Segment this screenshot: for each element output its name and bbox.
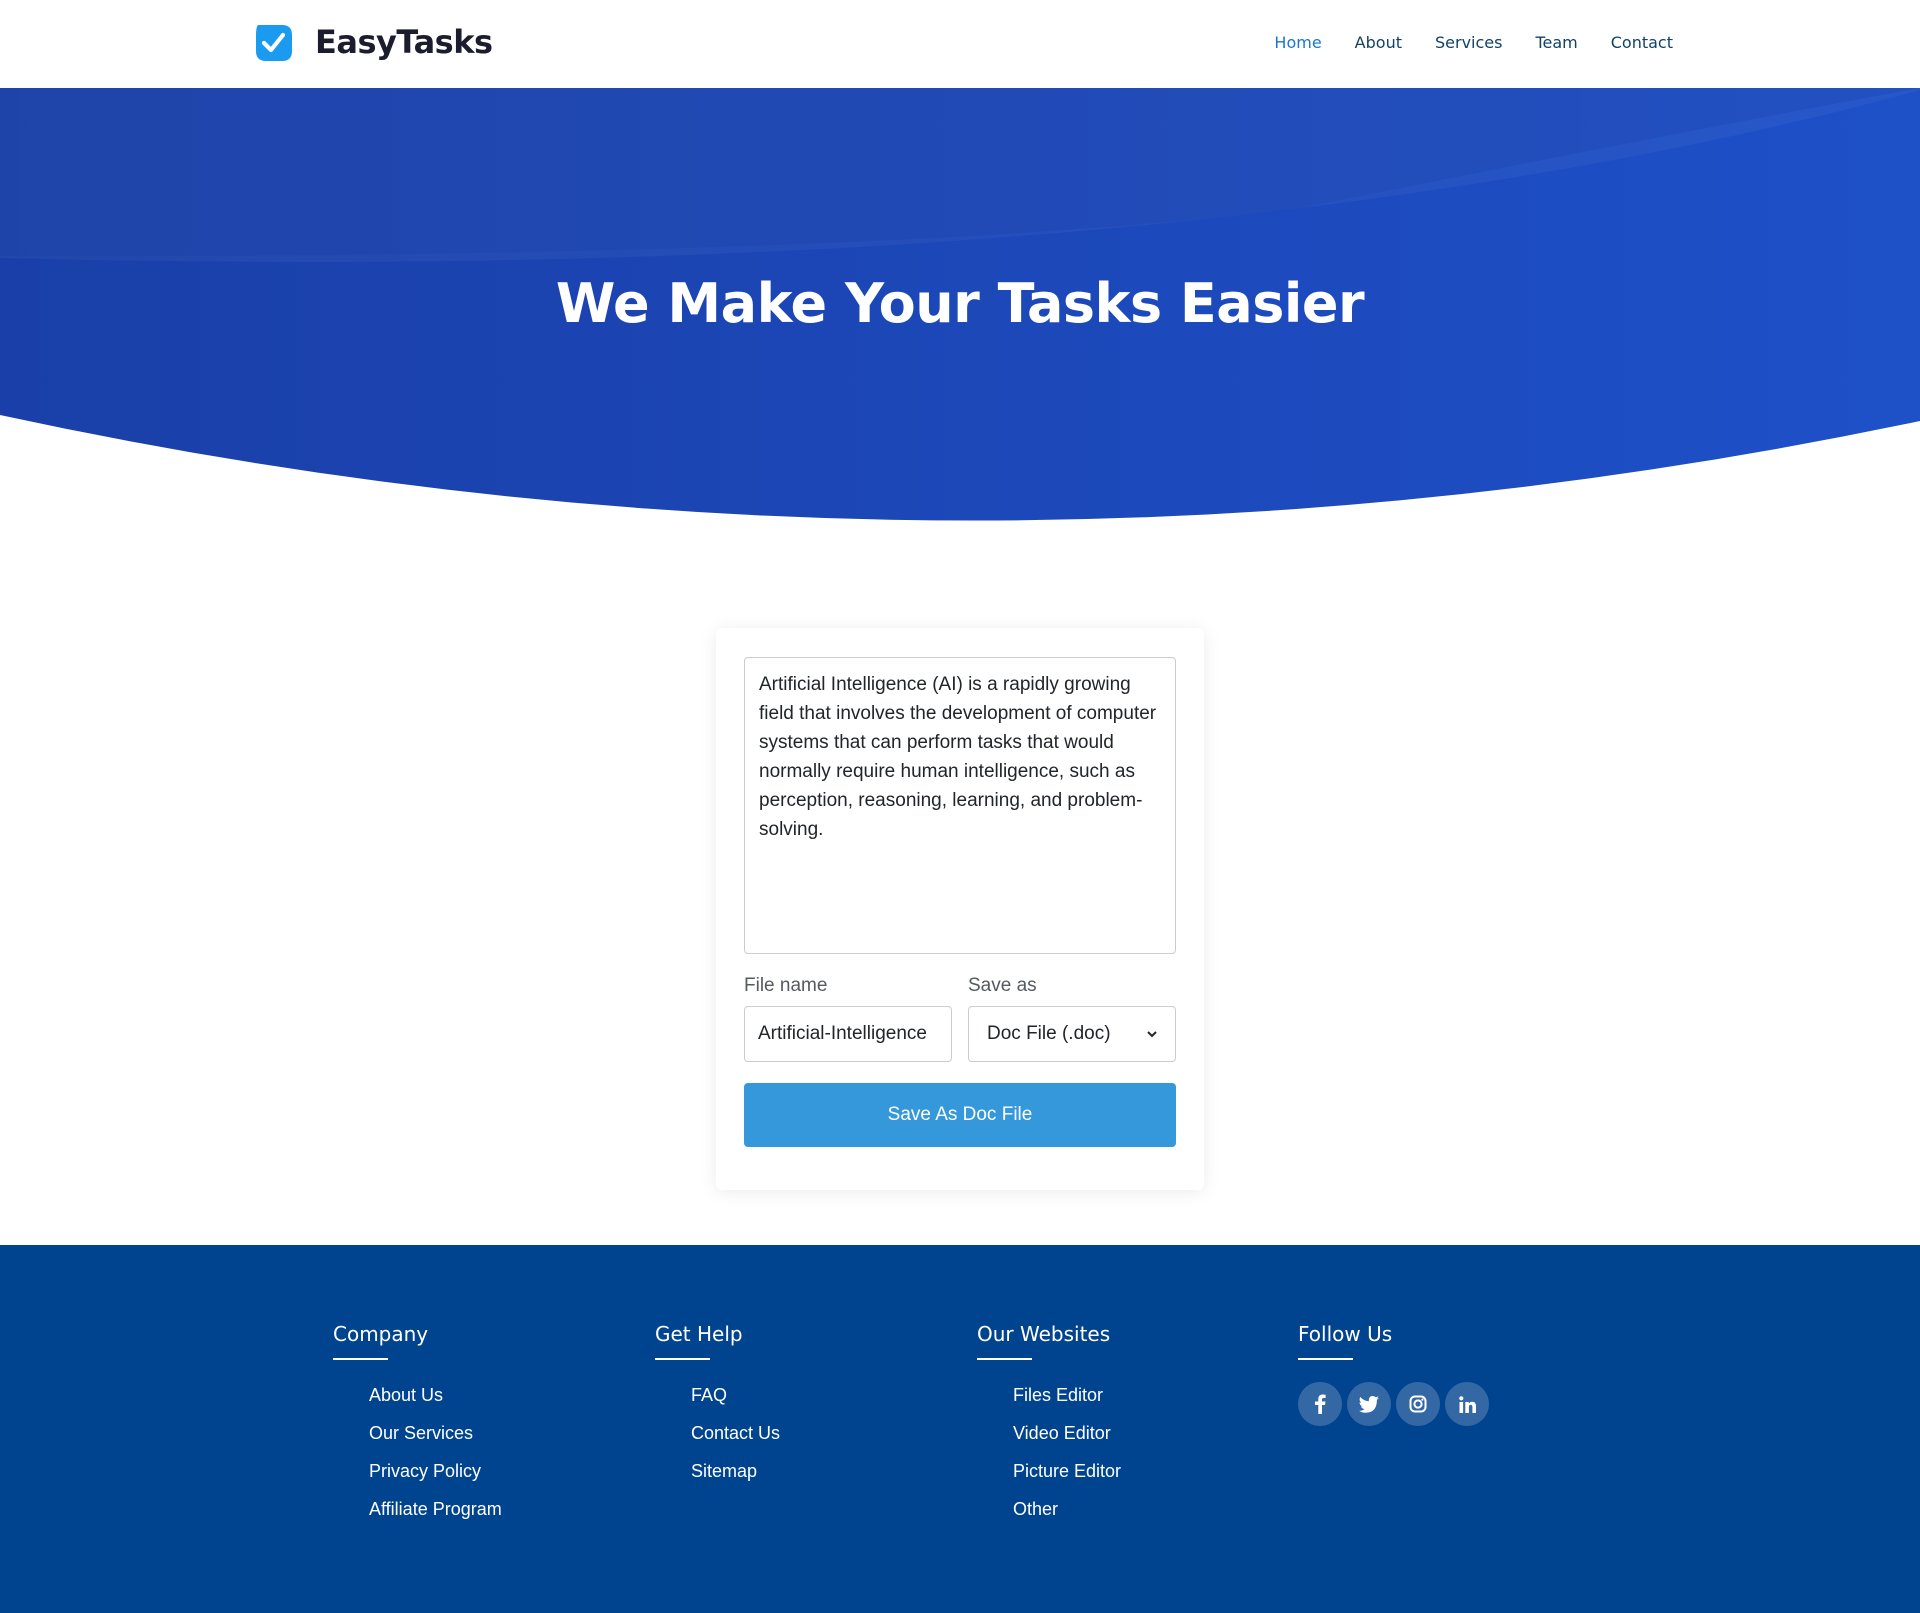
file-name-input[interactable] — [744, 1006, 952, 1062]
footer-link-list: FAQ Contact Us Sitemap — [655, 1384, 780, 1498]
nav-services[interactable]: Services — [1435, 33, 1502, 52]
save-as-select[interactable]: Doc File (.doc) — [968, 1006, 1176, 1062]
text-input-area[interactable]: Artificial Intelligence (AI) is a rapidl… — [744, 657, 1176, 954]
footer-heading: Company — [333, 1322, 429, 1346]
heading-underline — [333, 1358, 388, 1360]
nav-home[interactable]: Home — [1274, 33, 1321, 52]
heading-underline — [1298, 1358, 1353, 1360]
checkmark-logo-icon — [256, 25, 292, 61]
footer-link-about-us[interactable]: About Us — [369, 1385, 443, 1405]
footer-link-privacy-policy[interactable]: Privacy Policy — [369, 1461, 481, 1481]
footer-column-follow-us: Follow Us — [1298, 1322, 1494, 1426]
save-as-selected-value: Doc File (.doc) — [987, 1023, 1111, 1044]
save-as-doc-button[interactable]: Save As Doc File — [744, 1083, 1176, 1147]
footer-column-get-help: Get Help FAQ Contact Us Sitemap — [655, 1322, 780, 1498]
footer-link-faq[interactable]: FAQ — [691, 1385, 727, 1405]
footer-link-picture-editor[interactable]: Picture Editor — [1013, 1461, 1121, 1481]
instagram-icon[interactable] — [1396, 1382, 1440, 1426]
linkedin-icon[interactable] — [1445, 1382, 1489, 1426]
footer-link-our-services[interactable]: Our Services — [369, 1423, 473, 1443]
footer-link-affiliate-program[interactable]: Affiliate Program — [369, 1499, 502, 1519]
save-as-label: Save as — [968, 975, 1037, 996]
footer-column-our-websites: Our Websites Files Editor Video Editor P… — [977, 1322, 1121, 1536]
footer-column-company: Company About Us Our Services Privacy Po… — [333, 1322, 502, 1536]
footer-link-list: About Us Our Services Privacy Policy Aff… — [333, 1384, 502, 1536]
footer-link-video-editor[interactable]: Video Editor — [1013, 1423, 1111, 1443]
footer-link-sitemap[interactable]: Sitemap — [691, 1461, 757, 1481]
footer-link-files-editor[interactable]: Files Editor — [1013, 1385, 1103, 1405]
facebook-icon[interactable] — [1298, 1382, 1342, 1426]
brand-logo[interactable]: EasyTasks — [252, 21, 493, 63]
nav-about[interactable]: About — [1355, 33, 1402, 52]
converter-card: Artificial Intelligence (AI) is a rapidl… — [716, 628, 1204, 1190]
footer-heading: Get Help — [655, 1322, 743, 1346]
nav-contact[interactable]: Contact — [1611, 33, 1673, 52]
twitter-icon[interactable] — [1347, 1382, 1391, 1426]
heading-underline — [977, 1358, 1032, 1360]
chevron-down-icon — [1147, 1031, 1157, 1038]
social-links — [1298, 1382, 1494, 1426]
brand-name: EasyTasks — [315, 23, 493, 61]
footer-link-contact-us[interactable]: Contact Us — [691, 1423, 780, 1443]
main-nav: Home About Services Team Contact — [1241, 33, 1673, 52]
footer-heading: Our Websites — [977, 1322, 1111, 1346]
nav-team[interactable]: Team — [1535, 33, 1577, 52]
hero-title: We Make Your Tasks Easier — [555, 272, 1365, 335]
footer-link-list: Files Editor Video Editor Picture Editor… — [977, 1384, 1121, 1536]
site-footer: Company About Us Our Services Privacy Po… — [0, 1245, 1920, 1613]
hero-banner: We Make Your Tasks Easier — [0, 88, 1920, 528]
heading-underline — [655, 1358, 710, 1360]
footer-heading: Follow Us — [1298, 1322, 1393, 1346]
file-name-label: File name — [744, 975, 828, 996]
site-header: EasyTasks Home About Services Team Conta… — [0, 0, 1920, 88]
footer-link-other[interactable]: Other — [1013, 1499, 1058, 1519]
